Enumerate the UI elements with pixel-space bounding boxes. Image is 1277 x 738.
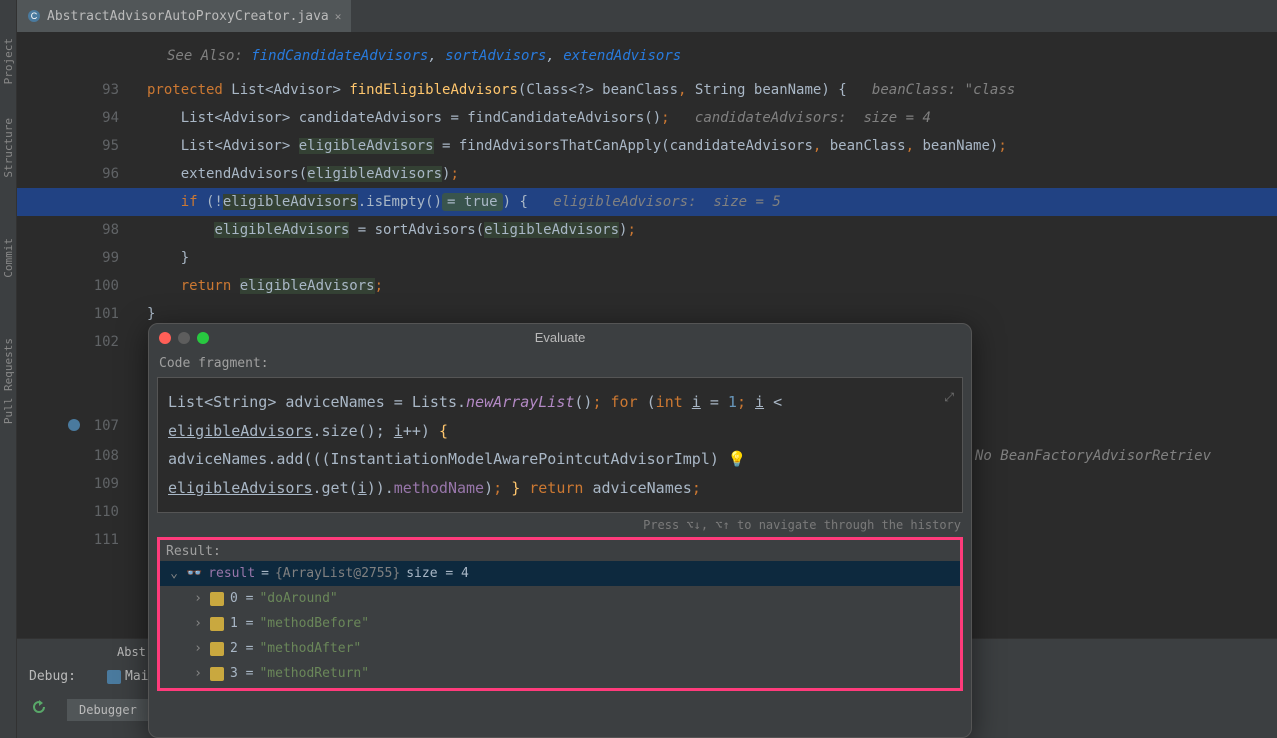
- maximize-window-icon[interactable]: [197, 332, 209, 344]
- result-root[interactable]: ⌄ 👓 result = {ArrayList@2755} size = 4: [160, 561, 960, 586]
- debug-label: Debug:: [21, 667, 84, 686]
- chevron-right-icon[interactable]: ›: [192, 666, 204, 681]
- minimize-window-icon[interactable]: [178, 332, 190, 344]
- window-controls: [159, 332, 209, 344]
- dialog-title-bar[interactable]: Evaluate: [149, 324, 971, 352]
- editor-tab-bar: C AbstractAdvisorAutoProxyCreator.java ✕: [17, 0, 1277, 32]
- java-class-icon: C: [27, 9, 41, 23]
- field-icon: [210, 642, 224, 656]
- javadoc-link[interactable]: extendAdvisors: [563, 48, 681, 64]
- result-item[interactable]: ›0 = "doAround": [160, 586, 960, 611]
- code-line: List<Advisor> eligibleAdvisors = findAdv…: [17, 132, 1277, 160]
- tab-filename: AbstractAdvisorAutoProxyCreator.java: [47, 9, 329, 24]
- tool-window-bar: Project Structure Commit Pull Requests: [0, 0, 17, 738]
- code-line: protected List<Advisor> findEligibleAdvi…: [17, 76, 1277, 104]
- svg-text:C: C: [31, 11, 38, 21]
- history-hint: Press ⌥↓, ⌥↑ to navigate through the his…: [149, 515, 971, 535]
- editor-tab[interactable]: C AbstractAdvisorAutoProxyCreator.java ✕: [17, 0, 351, 32]
- result-label: Result:: [160, 542, 960, 561]
- javadoc-link[interactable]: sortAdvisors: [445, 48, 546, 64]
- code-line: return eligibleAdvisors;: [17, 272, 1277, 300]
- javadoc-link[interactable]: findCandidateAdvisors: [251, 48, 428, 64]
- evaluate-dialog: Evaluate Code fragment: ⤢ List<String> a…: [148, 323, 972, 738]
- code-line: }: [17, 244, 1277, 272]
- code-line: List<Advisor> candidateAdvisors = findCa…: [17, 104, 1277, 132]
- override-icon[interactable]: [67, 418, 83, 434]
- code-fragment-label: Code fragment:: [149, 352, 971, 375]
- result-panel: Result: ⌄ 👓 result = {ArrayList@2755} si…: [157, 537, 963, 691]
- chevron-down-icon[interactable]: ⌄: [168, 566, 180, 581]
- field-icon: [210, 592, 224, 606]
- line-number[interactable]: 109: [94, 476, 119, 492]
- line-number[interactable]: 102: [94, 334, 119, 350]
- code-fragment-input[interactable]: ⤢ List<String> adviceNames = Lists.newAr…: [157, 377, 963, 513]
- field-icon: [210, 667, 224, 681]
- line-number[interactable]: 111: [94, 532, 119, 548]
- line-number[interactable]: 107: [94, 418, 119, 434]
- run-icon: [107, 670, 121, 684]
- breakpoint-line: if (!eligibleAdvisors.isEmpty()= true) {…: [17, 188, 1277, 216]
- project-tool[interactable]: Project: [0, 30, 17, 92]
- close-icon[interactable]: ✕: [335, 10, 342, 23]
- watch-icon: 👓: [186, 566, 202, 581]
- rerun-icon[interactable]: [31, 699, 47, 715]
- chevron-right-icon[interactable]: ›: [192, 641, 204, 656]
- field-icon: [210, 617, 224, 631]
- debugger-tab[interactable]: Debugger: [67, 699, 149, 721]
- commit-tool[interactable]: Commit: [0, 230, 17, 286]
- collapse-icon[interactable]: ⤢: [944, 386, 954, 409]
- code-line: extendAdvisors(eligibleAdvisors);: [17, 160, 1277, 188]
- chevron-right-icon[interactable]: ›: [192, 616, 204, 631]
- line-number[interactable]: 110: [94, 504, 119, 520]
- chevron-right-icon[interactable]: ›: [192, 591, 204, 606]
- lightbulb-icon[interactable]: 💡: [728, 450, 747, 468]
- dialog-title: Evaluate: [535, 330, 586, 345]
- pull-requests-tool[interactable]: Pull Requests: [0, 330, 17, 432]
- result-item[interactable]: ›1 = "methodBefore": [160, 611, 960, 636]
- close-window-icon[interactable]: [159, 332, 171, 344]
- javadoc-seealso: See Also:: [167, 48, 243, 64]
- result-item[interactable]: ›3 = "methodReturn": [160, 661, 960, 686]
- result-item[interactable]: ›2 = "methodAfter": [160, 636, 960, 661]
- structure-tool[interactable]: Structure: [0, 110, 17, 186]
- code-line: eligibleAdvisors = sortAdvisors(eligible…: [17, 216, 1277, 244]
